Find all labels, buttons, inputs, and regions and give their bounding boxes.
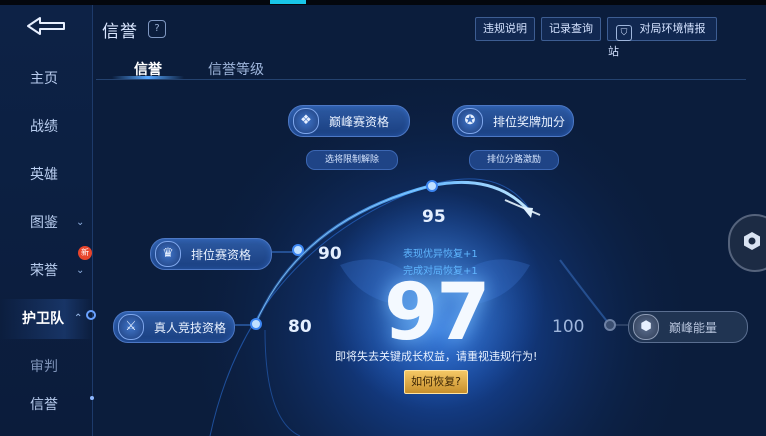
credit-dot: [90, 396, 94, 400]
hexagon-nut-icon: [744, 232, 760, 250]
background-art: [0, 0, 766, 436]
tab-credit-level[interactable]: 信誉等级: [208, 59, 264, 79]
peak-energy-capsule[interactable]: ⬢ 巅峰能量: [628, 311, 748, 343]
peak-pill: 选将限制解除: [306, 150, 398, 170]
sidebar-item-judgement[interactable]: 审判: [0, 347, 92, 387]
real-person-label: 真人竞技资格: [154, 320, 227, 335]
chevron-down-icon: ⌄: [76, 217, 85, 228]
sidebar-item-home[interactable]: 主页: [0, 59, 92, 99]
sidebar-item-label: 审判: [30, 359, 58, 375]
peak-qualification-capsule[interactable]: ❖ 巅峰赛资格: [288, 105, 410, 137]
recover-line-1: 表现优异恢复+1: [403, 249, 478, 260]
real-person-capsule[interactable]: ⚔ 真人竞技资格: [113, 311, 235, 343]
node-90: [292, 244, 304, 256]
sidebar-item-honor[interactable]: 荣誉 ⌄: [0, 251, 92, 291]
sidebar-item-guardian-team[interactable]: 护卫队 ⌃: [0, 299, 92, 339]
sidebar-item-label: 荣誉: [30, 263, 58, 279]
sidebar: 主页 战绩 英雄 图鉴 ⌄ 荣誉 ⌄ 护卫队 ⌃ 审判 信誉: [0, 5, 93, 436]
node-80: [250, 318, 262, 330]
ranked-qualification-label: 排位赛资格: [191, 247, 252, 262]
sidebar-item-label: 护卫队: [22, 311, 64, 327]
ranked-medal-capsule[interactable]: ✪ 排位奖牌加分: [452, 105, 574, 137]
peak-qualification-label: 巅峰赛资格: [329, 114, 390, 129]
violation-info-button[interactable]: 违规说明: [475, 17, 535, 41]
sidebar-item-label: 主页: [30, 71, 58, 87]
shield-badge-icon: ⛉: [616, 25, 632, 41]
sidebar-item-label: 图鉴: [30, 215, 58, 231]
crown-wings-icon: ♛: [155, 241, 181, 267]
sidebar-item-records[interactable]: 战绩: [0, 107, 92, 147]
sword-no-bot-icon: ⚔: [118, 314, 144, 340]
node-100: [604, 319, 616, 331]
back-arrow-icon[interactable]: [24, 14, 68, 38]
sidebar-item-codex[interactable]: 图鉴 ⌄: [0, 203, 92, 243]
threshold-100: 100: [552, 317, 585, 337]
star-medal-icon: ✪: [457, 108, 483, 134]
sidebar-item-label: 英雄: [30, 167, 58, 183]
sidebar-item-heroes[interactable]: 英雄: [0, 155, 92, 195]
how-to-recover-button[interactable]: 如何恢复?: [404, 370, 468, 394]
hexagon-energy-icon: ⬢: [633, 314, 659, 340]
tab-underline: [112, 76, 184, 79]
chevron-up-icon: ⌃: [74, 313, 83, 324]
sidebar-item-credit[interactable]: 信誉: [0, 385, 92, 425]
question-icon[interactable]: ?: [148, 20, 166, 38]
record-query-button[interactable]: 记录查询: [541, 17, 601, 41]
threshold-80: 80: [288, 317, 312, 337]
diamond-cluster-icon: ❖: [293, 108, 319, 134]
threshold-90: 90: [318, 244, 342, 264]
threshold-95: 95: [422, 207, 446, 227]
sidebar-item-label: 战绩: [30, 119, 58, 135]
current-credit-score: 97: [384, 268, 491, 358]
tabs-divider: [96, 79, 746, 80]
page-title: 信誉: [102, 22, 138, 42]
active-indicator-icon: [86, 310, 96, 320]
peak-energy-label: 巅峰能量: [669, 320, 718, 335]
top-strip: [0, 0, 766, 5]
ranked-qualification-capsule[interactable]: ♛ 排位赛资格: [150, 238, 272, 270]
report-station-button[interactable]: ⛉ 对局环境情报站: [607, 17, 717, 58]
new-badge: 新: [78, 246, 92, 260]
top-accent: [270, 0, 306, 4]
warning-text: 即将失去关键成长权益，请重视违规行为!: [335, 350, 538, 363]
node-95: [426, 180, 438, 192]
ranked-pill: 排位分路激励: [469, 150, 559, 170]
sidebar-item-label: 信誉: [30, 397, 58, 413]
ranked-medal-label: 排位奖牌加分: [493, 114, 566, 129]
